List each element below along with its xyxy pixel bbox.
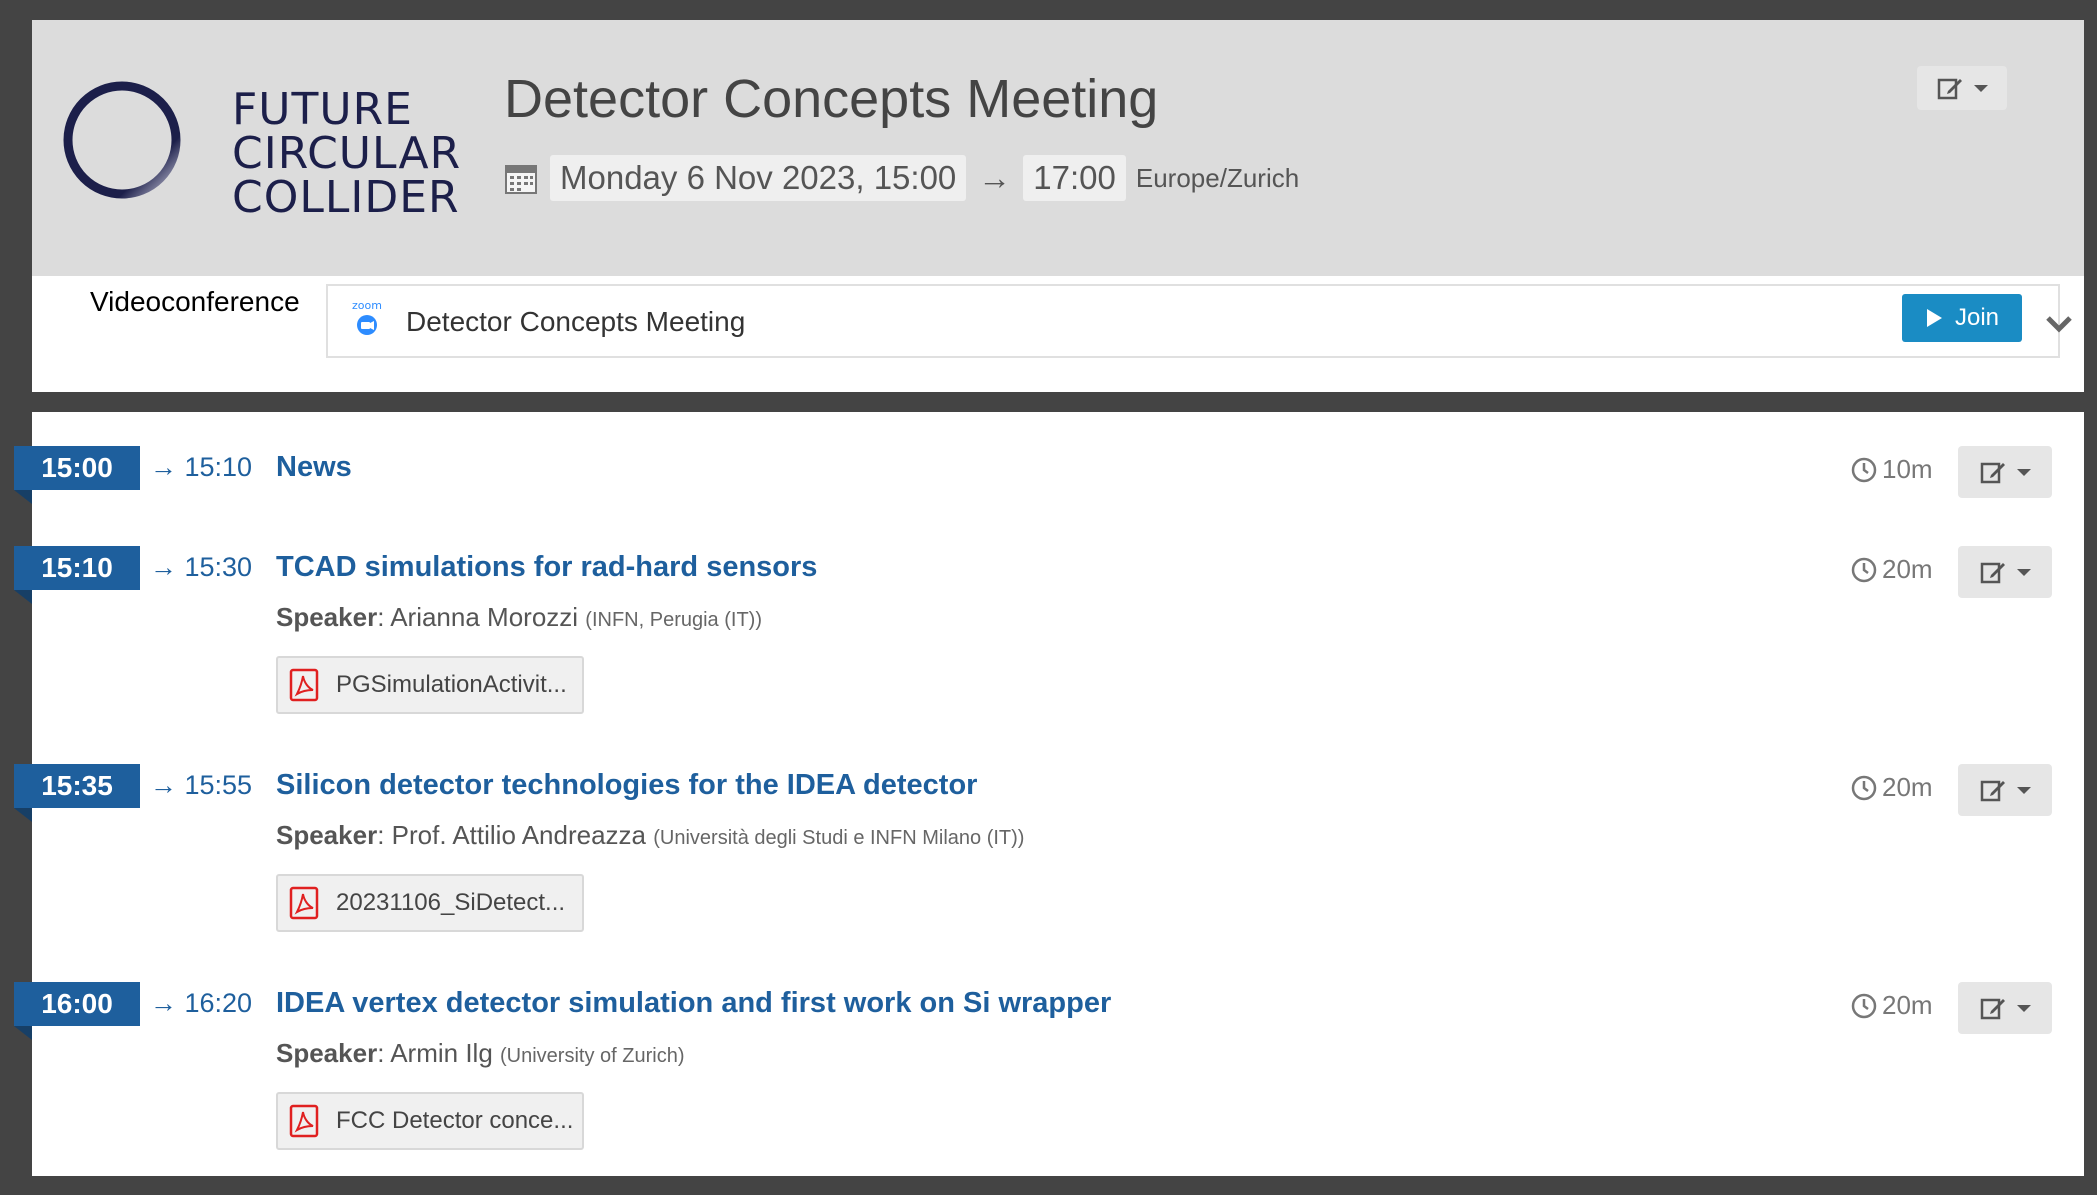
- end-time: → 15:10: [150, 452, 253, 482]
- clock-icon: [1851, 775, 1877, 800]
- end-time: → 16:20: [150, 988, 253, 1018]
- pdf-icon: [289, 668, 319, 702]
- contribution-title[interactable]: IDEA vertex detector simulation and firs…: [276, 987, 1111, 1020]
- videoconference-label: Videoconference: [90, 286, 300, 317]
- tag-fold: [14, 590, 32, 604]
- caret-down-icon: [2017, 468, 2031, 476]
- videoconference-room-name: Detector Concepts Meeting: [406, 306, 746, 337]
- speaker-affiliation: (University of Zurich): [500, 1045, 685, 1067]
- event-title: Detector Concepts Meeting: [504, 69, 1159, 129]
- start-time-tag: 15:10: [14, 546, 140, 590]
- start-time-tag: 16:00: [14, 982, 140, 1026]
- duration: 10m: [1850, 454, 1933, 485]
- attachment-name: PGSimulationActivit...: [336, 671, 567, 698]
- logo-line: COLLIDER: [232, 172, 460, 223]
- speaker-line: Speaker: Prof. Attilio Andreazza (Univer…: [276, 820, 1024, 851]
- entry-manage-button[interactable]: [1958, 764, 2052, 816]
- start-time-tag: 15:00: [14, 446, 140, 490]
- speaker-line: Speaker: Arianna Morozzi (INFN, Perugia …: [276, 602, 762, 633]
- chevron-down-icon[interactable]: [2044, 308, 2074, 338]
- end-time: → 15:30: [150, 552, 253, 582]
- svg-text:zoom: zoom: [352, 299, 382, 312]
- header-banner: FUTURE CIRCULAR COLLIDER Detector Concep…: [32, 20, 2084, 276]
- attachment-button[interactable]: PGSimulationActivit...: [276, 656, 584, 714]
- edit-icon: [1937, 78, 1962, 100]
- event-header: FUTURE CIRCULAR COLLIDER Detector Concep…: [32, 20, 2084, 392]
- play-icon: [1926, 309, 1942, 327]
- tag-fold: [14, 1026, 32, 1040]
- speaker-affiliation: (Università degli Studi e INFN Milano (I…: [653, 827, 1025, 849]
- caret-down-icon: [2017, 568, 2031, 576]
- join-button[interactable]: Join: [1902, 294, 2022, 342]
- caret-down-icon: [1974, 84, 1988, 92]
- edit-icon: [1980, 998, 2005, 1020]
- speaker-label: Speaker: [276, 602, 378, 632]
- speaker-affiliation: (INFN, Perugia (IT)): [585, 609, 762, 631]
- tag-fold: [14, 808, 32, 822]
- event-date: Monday 6 Nov 2023, 15:00 → 17:00 Europe/…: [504, 155, 1300, 201]
- zoom-icon: zoom: [352, 299, 382, 335]
- speaker-line: Speaker: Armin Ilg (University of Zurich…: [276, 1038, 685, 1069]
- end-time: 17:00: [1023, 155, 1126, 201]
- attachment-name: FCC Detector conce...: [336, 1107, 574, 1134]
- edit-icon: [1980, 562, 2005, 584]
- timetable: 15:00 → 15:10 News 10m 15:10 → 15:30 TCA…: [14, 412, 2084, 1176]
- videoconference-room: zoom Detector Concepts Meeting Join: [326, 284, 2072, 358]
- contribution-title[interactable]: News: [276, 451, 352, 484]
- duration-value: 20m: [1882, 772, 1933, 802]
- start-datetime: Monday 6 Nov 2023, 15:00: [550, 155, 967, 201]
- fcc-logo-text: FUTURE CIRCULAR COLLIDER: [232, 88, 461, 220]
- calendar-icon: [505, 165, 537, 194]
- caret-down-icon: [2017, 1004, 2031, 1012]
- speaker-label: Speaker: [276, 820, 378, 850]
- date-arrow: →: [978, 159, 1012, 196]
- attachment-name: 20231106_SiDetect...: [336, 889, 566, 916]
- join-label: Join: [1954, 304, 2000, 331]
- speaker-name: : Arianna Morozzi: [377, 602, 579, 632]
- edit-icon: [1980, 462, 2005, 484]
- speaker-label: Speaker: [276, 1038, 378, 1068]
- duration: 20m: [1850, 772, 1933, 803]
- logo-line: FUTURE: [232, 84, 413, 135]
- event-manage-button[interactable]: [1917, 66, 2007, 110]
- duration-value: 20m: [1882, 554, 1933, 584]
- duration-value: 10m: [1882, 454, 1933, 484]
- entry-manage-button[interactable]: [1958, 546, 2052, 598]
- tag-fold: [14, 490, 32, 504]
- timezone: Europe/Zurich: [1135, 162, 1300, 193]
- start-time-tag: 15:35: [14, 764, 140, 808]
- contribution-title[interactable]: Silicon detector technologies for the ID…: [276, 769, 977, 802]
- caret-down-icon: [2017, 786, 2031, 794]
- end-time: → 15:55: [150, 770, 253, 800]
- attachment-button[interactable]: 20231106_SiDetect...: [276, 874, 584, 932]
- clock-icon: [1851, 993, 1877, 1018]
- clock-icon: [1851, 557, 1877, 582]
- fcc-logo-ring: [63, 81, 181, 199]
- duration: 20m: [1850, 990, 1933, 1021]
- duration-value: 20m: [1882, 990, 1933, 1020]
- clock-icon: [1851, 457, 1877, 482]
- logo-line: CIRCULAR: [232, 128, 462, 179]
- entry-manage-button[interactable]: [1958, 446, 2052, 498]
- contribution-title[interactable]: TCAD simulations for rad-hard sensors: [276, 551, 817, 584]
- attachment-button[interactable]: FCC Detector conce...: [276, 1092, 584, 1150]
- edit-icon: [1980, 780, 2005, 802]
- speaker-name: : Prof. Attilio Andreazza: [377, 820, 646, 850]
- pdf-icon: [289, 1104, 319, 1138]
- pdf-icon: [289, 886, 319, 920]
- speaker-name: : Armin Ilg: [377, 1038, 493, 1068]
- entry-manage-button[interactable]: [1958, 982, 2052, 1034]
- duration: 20m: [1850, 554, 1933, 585]
